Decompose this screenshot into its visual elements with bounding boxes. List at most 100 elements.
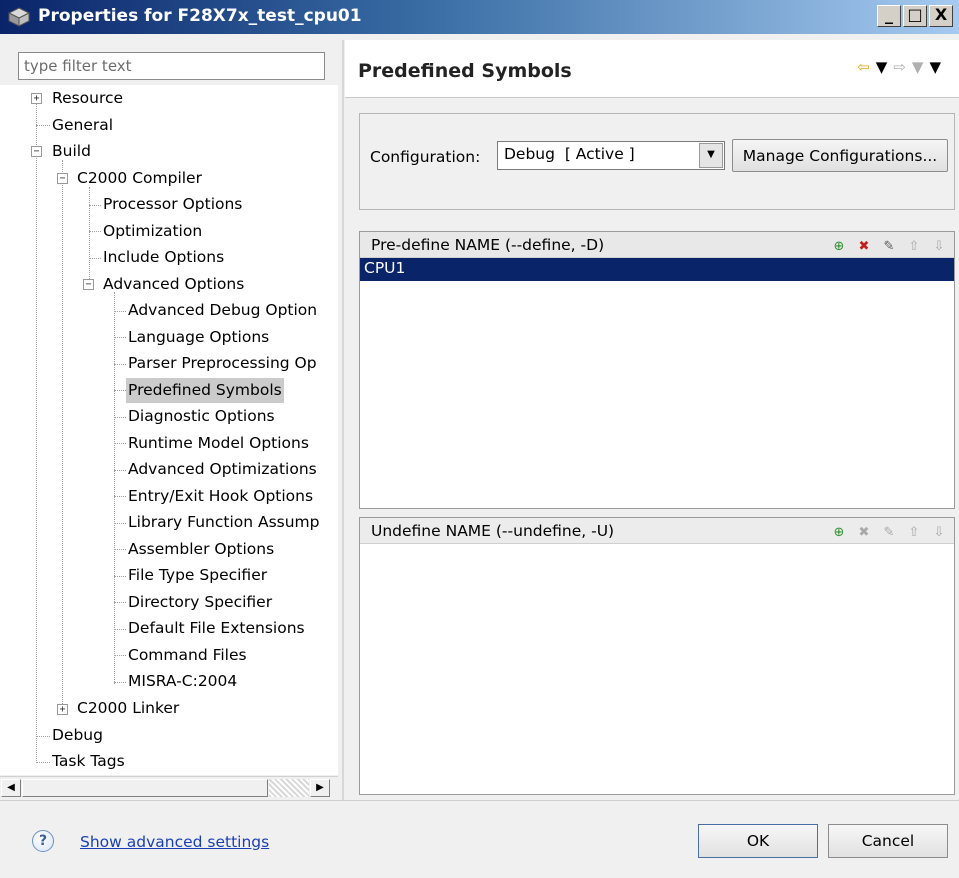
tree-item-debug[interactable]: Debug bbox=[50, 723, 105, 748]
expand-icon[interactable]: + bbox=[57, 704, 68, 715]
scroll-right-icon[interactable]: ▶ bbox=[310, 779, 330, 797]
forward-menu-icon[interactable]: ▼ bbox=[912, 58, 930, 76]
ok-button[interactable]: OK bbox=[698, 824, 818, 858]
tree-item-runtime-model-options[interactable]: Runtime Model Options bbox=[126, 431, 311, 456]
filter-input[interactable] bbox=[18, 52, 325, 80]
edit-icon[interactable]: ✎ bbox=[880, 238, 898, 255]
back-menu-icon[interactable]: ▼ bbox=[876, 58, 894, 76]
tree-item-language-options[interactable]: Language Options bbox=[126, 325, 271, 350]
tree-item-parser-preprocessing[interactable]: Parser Preprocessing Op bbox=[126, 351, 319, 376]
tree-item-advanced-debug-options[interactable]: Advanced Debug Option bbox=[126, 298, 319, 323]
tree-item-task-tags[interactable]: Task Tags bbox=[50, 749, 127, 774]
scrollbar-track[interactable] bbox=[269, 779, 309, 797]
tree-guide-line bbox=[62, 160, 63, 710]
list-item[interactable]: CPU1 bbox=[360, 258, 954, 281]
predefine-toolbar: ⊕ ✖ ✎ ⇧ ⇩ bbox=[823, 236, 948, 255]
tree-item-resource[interactable]: Resource bbox=[50, 86, 125, 111]
help-icon[interactable]: ? bbox=[32, 830, 54, 852]
tree-item-misra-c[interactable]: MISRA-C:2004 bbox=[126, 669, 239, 694]
tree-guide-line bbox=[89, 205, 101, 206]
undefine-list-panel: Undefine NAME (--undefine, -U) ⊕ ✖ ✎ ⇧ ⇩ bbox=[359, 517, 955, 795]
minimize-button[interactable]: _ bbox=[877, 5, 901, 27]
tree-guide-line bbox=[114, 602, 126, 603]
tree-guide-line bbox=[114, 390, 126, 391]
tree-guide-line bbox=[114, 629, 126, 630]
add-icon[interactable]: ⊕ bbox=[830, 524, 848, 541]
close-button[interactable]: X bbox=[929, 5, 953, 27]
tree-item-file-type-specifier[interactable]: File Type Specifier bbox=[126, 563, 269, 588]
tree-item-predefined-symbols[interactable]: Predefined Symbols bbox=[126, 378, 284, 403]
page-title: Predefined Symbols bbox=[358, 60, 572, 82]
scrollbar-thumb[interactable] bbox=[22, 779, 268, 797]
history-navigation: ⇦▼⇨▼▼ bbox=[857, 58, 947, 76]
tree-item-directory-specifier[interactable]: Directory Specifier bbox=[126, 590, 274, 615]
tree-guide-line bbox=[89, 187, 90, 289]
move-up-icon[interactable]: ⇧ bbox=[905, 238, 923, 255]
configuration-selected-value: Debug [ Active ] bbox=[504, 145, 635, 163]
forward-arrow-icon[interactable]: ⇨ bbox=[893, 58, 912, 76]
page-header: Predefined Symbols ⇦▼⇨▼▼ bbox=[345, 40, 959, 98]
tree-item-diagnostic-options[interactable]: Diagnostic Options bbox=[126, 404, 277, 429]
tree-guide-line bbox=[114, 523, 126, 524]
move-down-icon[interactable]: ⇩ bbox=[930, 524, 948, 541]
chevron-down-icon[interactable]: ▼ bbox=[699, 143, 723, 168]
cancel-button[interactable]: Cancel bbox=[828, 824, 948, 858]
tree-guide-line bbox=[114, 682, 126, 683]
add-icon[interactable]: ⊕ bbox=[830, 238, 848, 255]
tree-item-optimization[interactable]: Optimization bbox=[101, 219, 204, 244]
tree-item-library-function-assumptions[interactable]: Library Function Assump bbox=[126, 510, 322, 535]
tree-item-general[interactable]: General bbox=[50, 113, 115, 138]
footer-separator bbox=[0, 800, 959, 801]
tree-item-processor-options[interactable]: Processor Options bbox=[101, 192, 244, 217]
scroll-left-icon[interactable]: ◀ bbox=[1, 779, 21, 797]
collapse-icon[interactable]: − bbox=[83, 279, 94, 290]
tree-guide-line bbox=[36, 125, 50, 126]
predefine-list-header: Pre-define NAME (--define, -D) ⊕ ✖ ✎ ⇧ ⇩ bbox=[360, 232, 954, 258]
move-down-icon[interactable]: ⇩ bbox=[930, 238, 948, 255]
tree-guide-line bbox=[114, 292, 115, 684]
predefine-list-panel: Pre-define NAME (--define, -D) ⊕ ✖ ✎ ⇧ ⇩ CPU… bbox=[359, 231, 955, 509]
tree-guide-line bbox=[114, 496, 126, 497]
tree-guide-line bbox=[114, 364, 126, 365]
back-arrow-icon[interactable]: ⇦ bbox=[857, 58, 876, 76]
tree-guide-line bbox=[36, 95, 37, 763]
delete-icon[interactable]: ✖ bbox=[855, 238, 873, 255]
tree-item-advanced-optimizations[interactable]: Advanced Optimizations bbox=[126, 457, 319, 482]
expand-icon[interactable]: + bbox=[31, 93, 42, 104]
tree-item-advanced-options[interactable]: Advanced Options bbox=[101, 272, 246, 297]
tree-guide-line bbox=[36, 736, 50, 737]
tree-item-entry-exit-hook-options[interactable]: Entry/Exit Hook Options bbox=[126, 484, 315, 509]
collapse-icon[interactable]: − bbox=[57, 173, 68, 184]
title-bar[interactable]: Properties for F28X7x_test_cpu01 _ □ X bbox=[0, 0, 959, 34]
app-icon bbox=[8, 7, 30, 27]
tree-item-command-files[interactable]: Command Files bbox=[126, 643, 249, 668]
predefine-list-title: Pre-define NAME (--define, -D) bbox=[371, 236, 605, 254]
move-up-icon[interactable]: ⇧ bbox=[905, 524, 923, 541]
edit-icon[interactable]: ✎ bbox=[880, 524, 898, 541]
window-title: Properties for F28X7x_test_cpu01 bbox=[38, 6, 362, 26]
collapse-icon[interactable]: − bbox=[31, 146, 42, 157]
delete-icon[interactable]: ✖ bbox=[855, 524, 873, 541]
tree-guide-line bbox=[114, 576, 126, 577]
tree-horizontal-scrollbar[interactable]: ◀ ▶ bbox=[0, 776, 338, 798]
maximize-button[interactable]: □ bbox=[903, 5, 927, 27]
view-menu-icon[interactable]: ▼ bbox=[929, 58, 947, 76]
tree-guide-line bbox=[114, 311, 126, 312]
tree-guide-line bbox=[114, 470, 126, 471]
tree-item-c2000-compiler[interactable]: C2000 Compiler bbox=[75, 166, 204, 191]
show-advanced-settings-link[interactable]: Show advanced settings bbox=[80, 833, 269, 851]
undefine-toolbar: ⊕ ✖ ✎ ⇧ ⇩ bbox=[823, 522, 948, 541]
pane-divider[interactable] bbox=[342, 40, 344, 800]
tree-item-include-options[interactable]: Include Options bbox=[101, 245, 226, 270]
tree-guide-line bbox=[114, 443, 126, 444]
tree-item-build[interactable]: Build bbox=[50, 139, 93, 164]
configuration-select[interactable]: Debug [ Active ] ▼ bbox=[497, 141, 725, 170]
configuration-label: Configuration: bbox=[370, 148, 481, 166]
tree-guide-line bbox=[89, 231, 101, 232]
tree-item-assembler-options[interactable]: Assembler Options bbox=[126, 537, 276, 562]
tree-item-default-file-extensions[interactable]: Default File Extensions bbox=[126, 616, 307, 641]
tree-item-c2000-linker[interactable]: C2000 Linker bbox=[75, 696, 181, 721]
settings-tree: + − − − + Resource General Build C2000 C… bbox=[0, 85, 338, 775]
tree-guide-line bbox=[114, 337, 126, 338]
manage-configurations-button[interactable]: Manage Configurations... bbox=[732, 139, 948, 172]
